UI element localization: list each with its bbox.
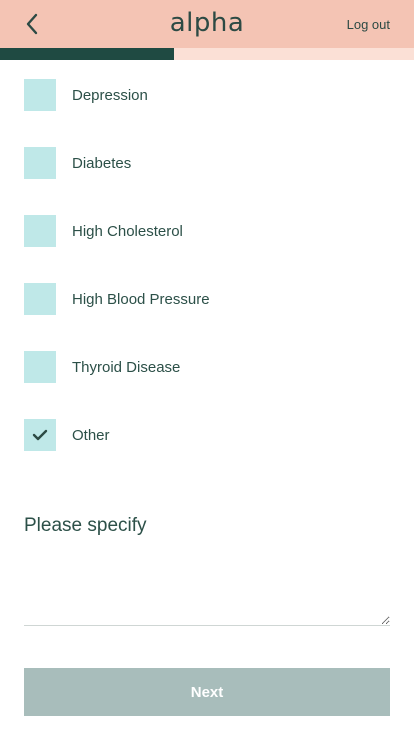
- next-button[interactable]: Next: [24, 668, 390, 716]
- option-label: High Blood Pressure: [72, 290, 210, 308]
- specify-label: Please specify: [24, 515, 147, 536]
- condition-option-depression[interactable]: Depression: [24, 79, 390, 111]
- option-label: Diabetes: [72, 154, 132, 172]
- app-header: alpha Log out: [0, 0, 414, 48]
- condition-option-high-blood-pressure[interactable]: High Blood Pressure: [24, 283, 390, 315]
- specify-textarea[interactable]: [24, 553, 390, 626]
- checkbox-checked[interactable]: [24, 419, 56, 451]
- back-button[interactable]: [18, 10, 46, 38]
- checkbox[interactable]: [24, 351, 56, 383]
- condition-options: Depression Diabetes High Cholesterol Hig…: [24, 79, 390, 487]
- condition-option-diabetes[interactable]: Diabetes: [24, 147, 390, 179]
- checkbox[interactable]: [24, 283, 56, 315]
- checkmark-icon: [32, 429, 48, 441]
- condition-option-high-cholesterol[interactable]: High Cholesterol: [24, 215, 390, 247]
- progress-bar-fill: [0, 48, 174, 60]
- option-label: High Cholesterol: [72, 222, 183, 240]
- condition-option-thyroid-disease[interactable]: Thyroid Disease: [24, 351, 390, 383]
- option-label: Depression: [72, 86, 148, 104]
- checkbox[interactable]: [24, 147, 56, 179]
- chevron-left-icon: [26, 13, 38, 35]
- logout-link[interactable]: Log out: [347, 17, 390, 32]
- option-label: Thyroid Disease: [72, 358, 181, 376]
- checkbox[interactable]: [24, 215, 56, 247]
- condition-option-other[interactable]: Other: [24, 419, 390, 451]
- checkbox[interactable]: [24, 79, 56, 111]
- progress-bar: [0, 48, 414, 60]
- option-label: Other: [72, 426, 110, 444]
